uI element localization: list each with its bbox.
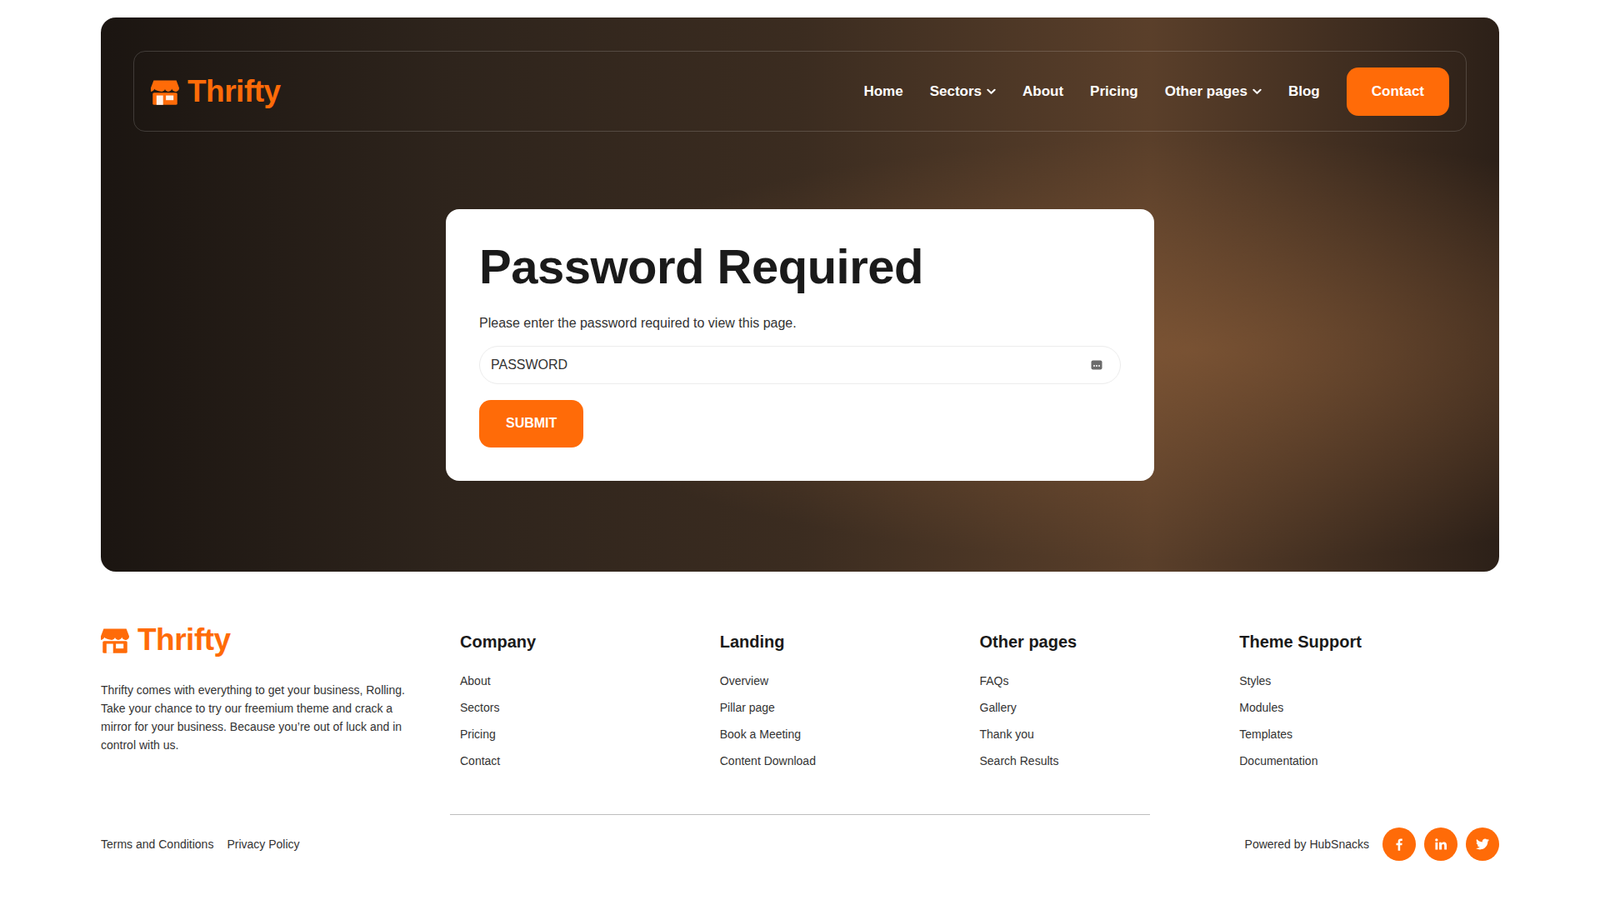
twitter-bird-icon: [1475, 838, 1490, 850]
footer-about: Thrifty Thrifty comes with everything to …: [100, 622, 460, 790]
footer-link-list: Overview Pillar page Book a Meeting Content…: [720, 673, 980, 770]
footer-link-item: Book a Meeting: [720, 726, 980, 743]
footer-link[interactable]: Content Download: [720, 754, 816, 768]
footer-link-item: Templates: [1239, 726, 1500, 743]
footer-logo[interactable]: Thrifty: [100, 622, 460, 658]
hero-body: Password Required Please enter the passwo…: [133, 131, 1467, 572]
footer-columns: Thrifty Thrifty comes with everything to …: [100, 622, 1500, 790]
linkedin-icon: [1435, 838, 1447, 850]
chevron-down-icon: [1252, 88, 1262, 95]
footer-column: Theme Support Styles Modules Templates Docum…: [1239, 622, 1500, 790]
footer-link-item: Thank you: [980, 726, 1240, 743]
twitter-button[interactable]: [1465, 827, 1500, 861]
footer-link-item: Gallery: [980, 700, 1240, 716]
footer-link-list: FAQs Gallery Thank you Search Results: [980, 673, 1240, 770]
facebook-button[interactable]: [1382, 827, 1416, 861]
footer-column: Other pages FAQs Gallery Thank you Search Re…: [980, 622, 1240, 790]
nav-link[interactable]: About: [1022, 83, 1064, 100]
footer-link-item: Pillar page: [720, 700, 980, 716]
footer-link[interactable]: Pricing: [460, 727, 496, 741]
footer-link-item: Styles: [1239, 673, 1500, 690]
navbar: Thrifty Home Sectors About Pricing Other page…: [133, 50, 1467, 132]
footer-link[interactable]: Documentation: [1239, 754, 1318, 768]
page: Thrifty Home Sectors About Pricing Other page…: [100, 0, 1500, 879]
footer-divider: [450, 814, 1150, 815]
footer-link[interactable]: Templates: [1239, 727, 1293, 741]
footer-link-list: About Sectors Pricing Contact: [460, 673, 720, 770]
footer-bottom-bar: Terms and Conditions Privacy Policy Powere…: [100, 815, 1500, 879]
footer-link[interactable]: Overview: [720, 674, 769, 688]
footer-column-title: Theme Support: [1239, 632, 1500, 652]
contact-button[interactable]: Contact: [1346, 67, 1450, 116]
brand-logo[interactable]: Thrifty: [150, 74, 281, 110]
footer-column: Company About Sectors Pricing Contact: [460, 622, 720, 790]
linkedin-button[interactable]: [1424, 827, 1458, 861]
password-field: [479, 345, 1121, 385]
footer-link-item: FAQs: [980, 673, 1240, 690]
legal-links: Terms and Conditions Privacy Policy: [100, 837, 300, 851]
nav-menu: Home Sectors About Pricing Other pages Blog Co…: [863, 67, 1450, 116]
footer-description: Thrifty comes with everything to get you…: [100, 680, 426, 755]
footer-column-title: Company: [460, 632, 720, 652]
footer-link[interactable]: Gallery: [980, 700, 1017, 715]
footer-link[interactable]: FAQs: [980, 674, 1010, 688]
footer-link[interactable]: Modules: [1239, 700, 1284, 715]
footer-link[interactable]: Book a Meeting: [720, 727, 801, 741]
footer-link[interactable]: Search Results: [980, 754, 1060, 768]
storefront-icon: [150, 78, 180, 105]
password-manager-icon: [1090, 360, 1103, 370]
footer-link-item: Search Results: [980, 753, 1240, 770]
powered-by: Powered by HubSnacks: [1245, 837, 1370, 851]
submit-button[interactable]: SUBMIT: [479, 400, 584, 448]
footer-link[interactable]: About: [460, 674, 491, 688]
footer-link-item: Sectors: [460, 700, 720, 716]
footer-link[interactable]: Contact: [460, 754, 500, 768]
footer-link-item: Modules: [1239, 700, 1500, 716]
footer-link-item: Overview: [720, 673, 980, 690]
footer-link-item: Documentation: [1239, 753, 1500, 770]
card-title: Password Required: [479, 237, 1121, 296]
footer-brand-name: Thrifty: [137, 622, 231, 658]
chevron-down-icon: [986, 88, 996, 95]
footer-link-item: Pricing: [460, 726, 720, 743]
footer-link[interactable]: Styles: [1239, 674, 1271, 688]
nav-link[interactable]: Blog: [1288, 83, 1320, 100]
legal-link[interactable]: Terms and Conditions: [100, 837, 214, 851]
nav-link[interactable]: Home: [863, 83, 903, 100]
footer-column-title: Landing: [720, 632, 980, 652]
footer-column: Landing Overview Pillar page Book a Meeting…: [720, 622, 980, 790]
storefront-icon: [100, 626, 130, 654]
footer-link[interactable]: Sectors: [460, 700, 500, 715]
password-card: Password Required Please enter the passwo…: [445, 209, 1155, 481]
nav-link[interactable]: Pricing: [1090, 83, 1139, 100]
footer-column-title: Other pages: [980, 632, 1240, 652]
footer-right: Powered by HubSnacks: [1245, 827, 1500, 861]
footer-link[interactable]: Thank you: [980, 727, 1035, 741]
footer-link-list: Styles Modules Templates Documentation: [1239, 673, 1500, 770]
password-input[interactable]: [479, 345, 1121, 385]
footer-link-item: Contact: [460, 753, 720, 770]
nav-link[interactable]: Other pages: [1165, 83, 1262, 100]
footer-link[interactable]: Pillar page: [720, 700, 775, 715]
facebook-icon: [1395, 838, 1403, 851]
card-description: Please enter the password required to vi…: [479, 315, 1121, 331]
footer-link-item: Content Download: [720, 753, 980, 770]
footer: Thrifty Thrifty comes with everything to …: [100, 571, 1500, 879]
nav-link[interactable]: Sectors: [930, 83, 996, 100]
footer-link-item: About: [460, 673, 720, 690]
hero: Thrifty Home Sectors About Pricing Other page…: [100, 17, 1500, 572]
legal-link[interactable]: Privacy Policy: [226, 837, 300, 851]
brand-name: Thrifty: [187, 74, 281, 110]
